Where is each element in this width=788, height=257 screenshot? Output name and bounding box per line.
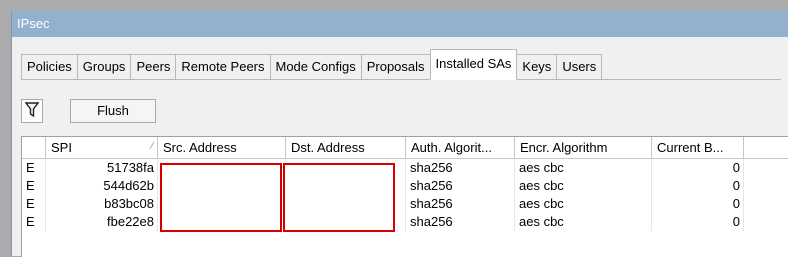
table-row[interactable]: E b83bc08 sha256 aes cbc 0 (22, 195, 788, 213)
row-flag: E (26, 196, 35, 211)
row-auth-algorithm: sha256 (410, 196, 453, 211)
row-spi: b83bc08 (104, 196, 154, 211)
tab-remote-peers[interactable]: Remote Peers (175, 54, 271, 80)
tab-keys[interactable]: Keys (516, 54, 558, 80)
installed-sa-table: SPI ⁄ Src. Address Dst. Address Auth. Al… (21, 136, 788, 257)
filter-funnel-icon (24, 101, 40, 121)
dst-address-redaction (283, 163, 395, 232)
column-header-current-bytes[interactable]: Current B... (652, 137, 744, 159)
row-flag: E (26, 214, 35, 229)
flush-button[interactable]: Flush (70, 99, 156, 123)
row-auth-algorithm: sha256 (410, 178, 453, 193)
column-header-dst-address[interactable]: Dst. Address (286, 137, 406, 159)
row-encr-algorithm: aes cbc (519, 178, 564, 193)
row-encr-algorithm: aes cbc (519, 160, 564, 175)
tab-users[interactable]: Users (556, 54, 603, 80)
src-address-redaction (160, 163, 282, 232)
toolbar: Flush (12, 80, 788, 130)
tab-groups[interactable]: Groups (76, 54, 132, 80)
row-auth-algorithm: sha256 (410, 214, 453, 229)
tab-installed-sas[interactable]: Installed SAs (429, 49, 518, 80)
row-current-bytes: 0 (732, 160, 740, 175)
row-flag: E (26, 160, 35, 175)
row-encr-algorithm: aes cbc (519, 196, 564, 211)
column-header-spi-label: SPI (51, 140, 72, 155)
column-header-encr-algorithm[interactable]: Encr. Algorithm (515, 137, 652, 159)
row-spi: fbe22e8 (107, 214, 154, 229)
row-auth-algorithm: sha256 (410, 160, 453, 175)
column-header-spi[interactable]: SPI ⁄ (46, 137, 158, 159)
row-current-bytes: 0 (732, 214, 740, 229)
tab-policies[interactable]: Policies (21, 54, 78, 80)
tab-bar: Policies Groups Peers Remote Peers Mode … (21, 49, 603, 80)
row-spi: 51738fa (107, 160, 154, 175)
tab-peers[interactable]: Peers (130, 54, 177, 80)
ipsec-window: IPsec Policies Groups Peers Remote Peers… (11, 11, 788, 257)
row-flag: E (26, 178, 35, 193)
table-row[interactable]: E 544d62b sha256 aes cbc 0 (22, 177, 788, 195)
tab-mode-configs[interactable]: Mode Configs (269, 54, 362, 80)
row-encr-algorithm: aes cbc (519, 214, 564, 229)
column-header-src-address[interactable]: Src. Address (158, 137, 286, 159)
row-current-bytes: 0 (732, 196, 740, 211)
table-row[interactable]: E 51738fa sha256 aes cbc 0 (22, 159, 788, 177)
window-title: IPsec (12, 11, 788, 37)
column-header-filler (744, 137, 788, 159)
column-header-flag[interactable] (22, 137, 46, 159)
filter-button[interactable] (21, 99, 43, 123)
row-spi: 544d62b (103, 178, 154, 193)
sort-ascending-icon: ⁄ (151, 141, 153, 152)
column-header-auth-algorithm[interactable]: Auth. Algorit... (406, 137, 515, 159)
tab-proposals[interactable]: Proposals (360, 54, 431, 80)
table-row[interactable]: E fbe22e8 sha256 aes cbc 0 (22, 213, 788, 231)
row-current-bytes: 0 (732, 178, 740, 193)
